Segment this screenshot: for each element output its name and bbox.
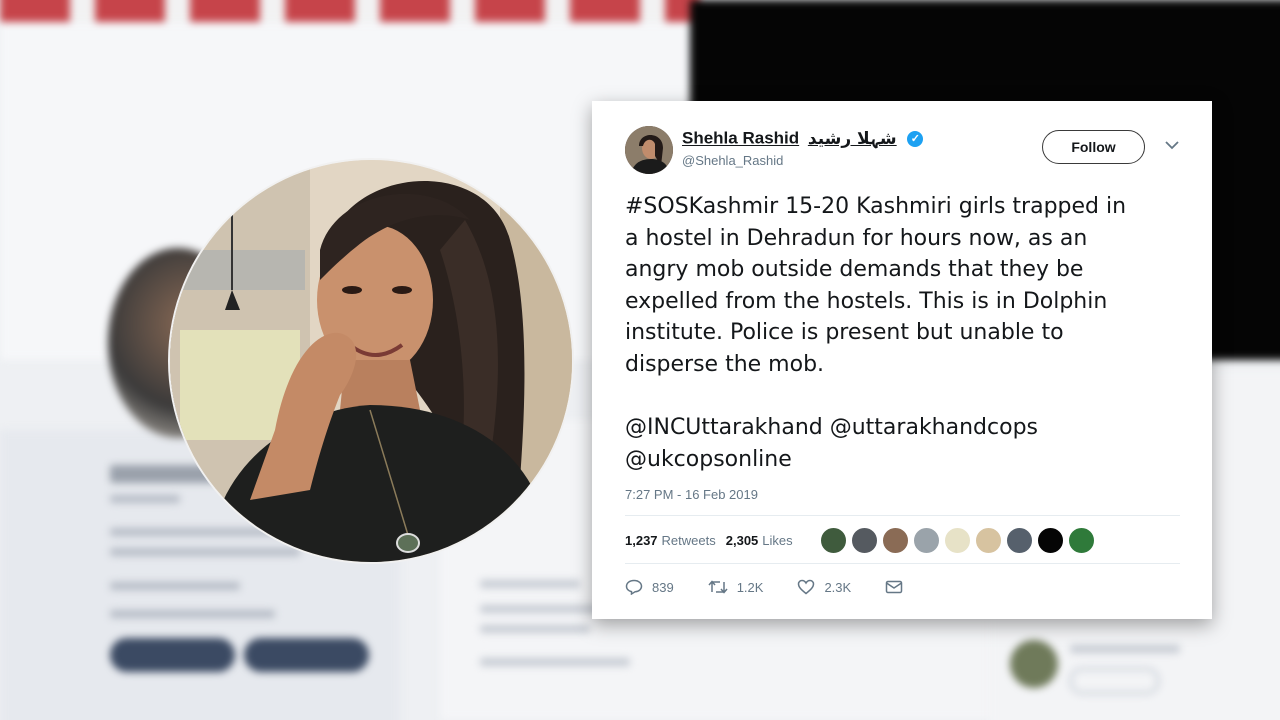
divider [625, 563, 1180, 564]
tweet-mentions: @INCUttarakhand @uttarakhandcops @ukcops… [625, 412, 1185, 476]
background-tweet-button [110, 638, 235, 672]
liker-avatar[interactable] [944, 527, 971, 554]
background-message-button [244, 638, 369, 672]
author-display-name: Shehla Rashid [682, 128, 800, 148]
background-sidebar-button [1070, 668, 1159, 694]
background-sidebar-line [1070, 645, 1180, 653]
background-profile-handle [110, 495, 180, 503]
reply-count: 839 [652, 579, 674, 595]
tweet-text: #SOSKashmir 15-20 Kashmiri girls trapped… [625, 194, 1127, 377]
retweet-action[interactable]: 1.2K [708, 579, 764, 595]
background-feed-line [480, 580, 580, 588]
tweet-stats: 1,237 Retweets 2,305 Likes [625, 530, 793, 550]
heart-icon [798, 579, 815, 595]
liker-avatar[interactable] [1037, 527, 1064, 554]
verified-badge-icon: ✓ [907, 130, 924, 147]
background-bio-line [110, 548, 300, 556]
background-red-banner [0, 0, 700, 22]
liker-avatar[interactable] [820, 527, 847, 554]
liker-avatars [820, 527, 1095, 554]
author-avatar[interactable] [625, 126, 673, 174]
divider [625, 515, 1180, 516]
background-feed-line [480, 625, 590, 633]
mentions-line[interactable]: @INCUttarakhand @uttarakhandcops [625, 412, 1185, 444]
tweet-timestamp[interactable]: 7:27 PM - 16 Feb 2019 [625, 487, 758, 502]
liker-avatar[interactable] [913, 527, 940, 554]
reply-action[interactable]: 839 [625, 579, 674, 595]
background-location-line [110, 582, 240, 590]
retweets-label[interactable]: Retweets [662, 533, 716, 548]
screenshot-stage: Shehla Rashid شہلا رشید ✓ @Shehla_Rashid… [0, 0, 1280, 720]
like-action[interactable]: 2.3K [797, 579, 851, 595]
likes-count[interactable]: 2,305 [726, 533, 759, 548]
background-feed-line [480, 605, 610, 613]
liker-avatar[interactable] [882, 527, 909, 554]
author-display-name-urdu: شہلا رشید [807, 129, 897, 150]
likes-label[interactable]: Likes [762, 533, 792, 548]
liker-avatar[interactable] [851, 527, 878, 554]
author-handle[interactable]: @Shehla_Rashid [682, 153, 783, 168]
envelope-icon [885, 580, 903, 594]
liker-avatar[interactable] [975, 527, 1002, 554]
tweet-actions: 839 1.2K 2.3K [625, 577, 946, 597]
reply-icon [625, 579, 643, 595]
retweet-icon [708, 580, 728, 594]
tweet-header: Shehla Rashid شہلا رشید ✓ @Shehla_Rashid… [625, 126, 1185, 176]
mentions-line[interactable]: @ukcopsonline [625, 444, 1185, 476]
liker-avatar[interactable] [1068, 527, 1095, 554]
retweet-count: 1.2K [736, 579, 764, 595]
background-joined-line [110, 610, 275, 618]
follow-button[interactable]: Follow [1042, 130, 1145, 164]
profile-portrait-photo [170, 160, 572, 562]
retweets-count[interactable]: 1,237 [625, 533, 658, 548]
chevron-down-icon[interactable] [1165, 138, 1179, 154]
dm-action[interactable] [885, 580, 912, 594]
liker-avatar[interactable] [1006, 527, 1033, 554]
author-name[interactable]: Shehla Rashid شہلا رشید ✓ [682, 128, 924, 150]
background-feed-line [480, 658, 630, 666]
background-sidebar-avatar [1010, 640, 1058, 688]
tweet-card: Shehla Rashid شہلا رشید ✓ @Shehla_Rashid… [592, 101, 1212, 619]
like-count: 2.3K [824, 579, 852, 595]
